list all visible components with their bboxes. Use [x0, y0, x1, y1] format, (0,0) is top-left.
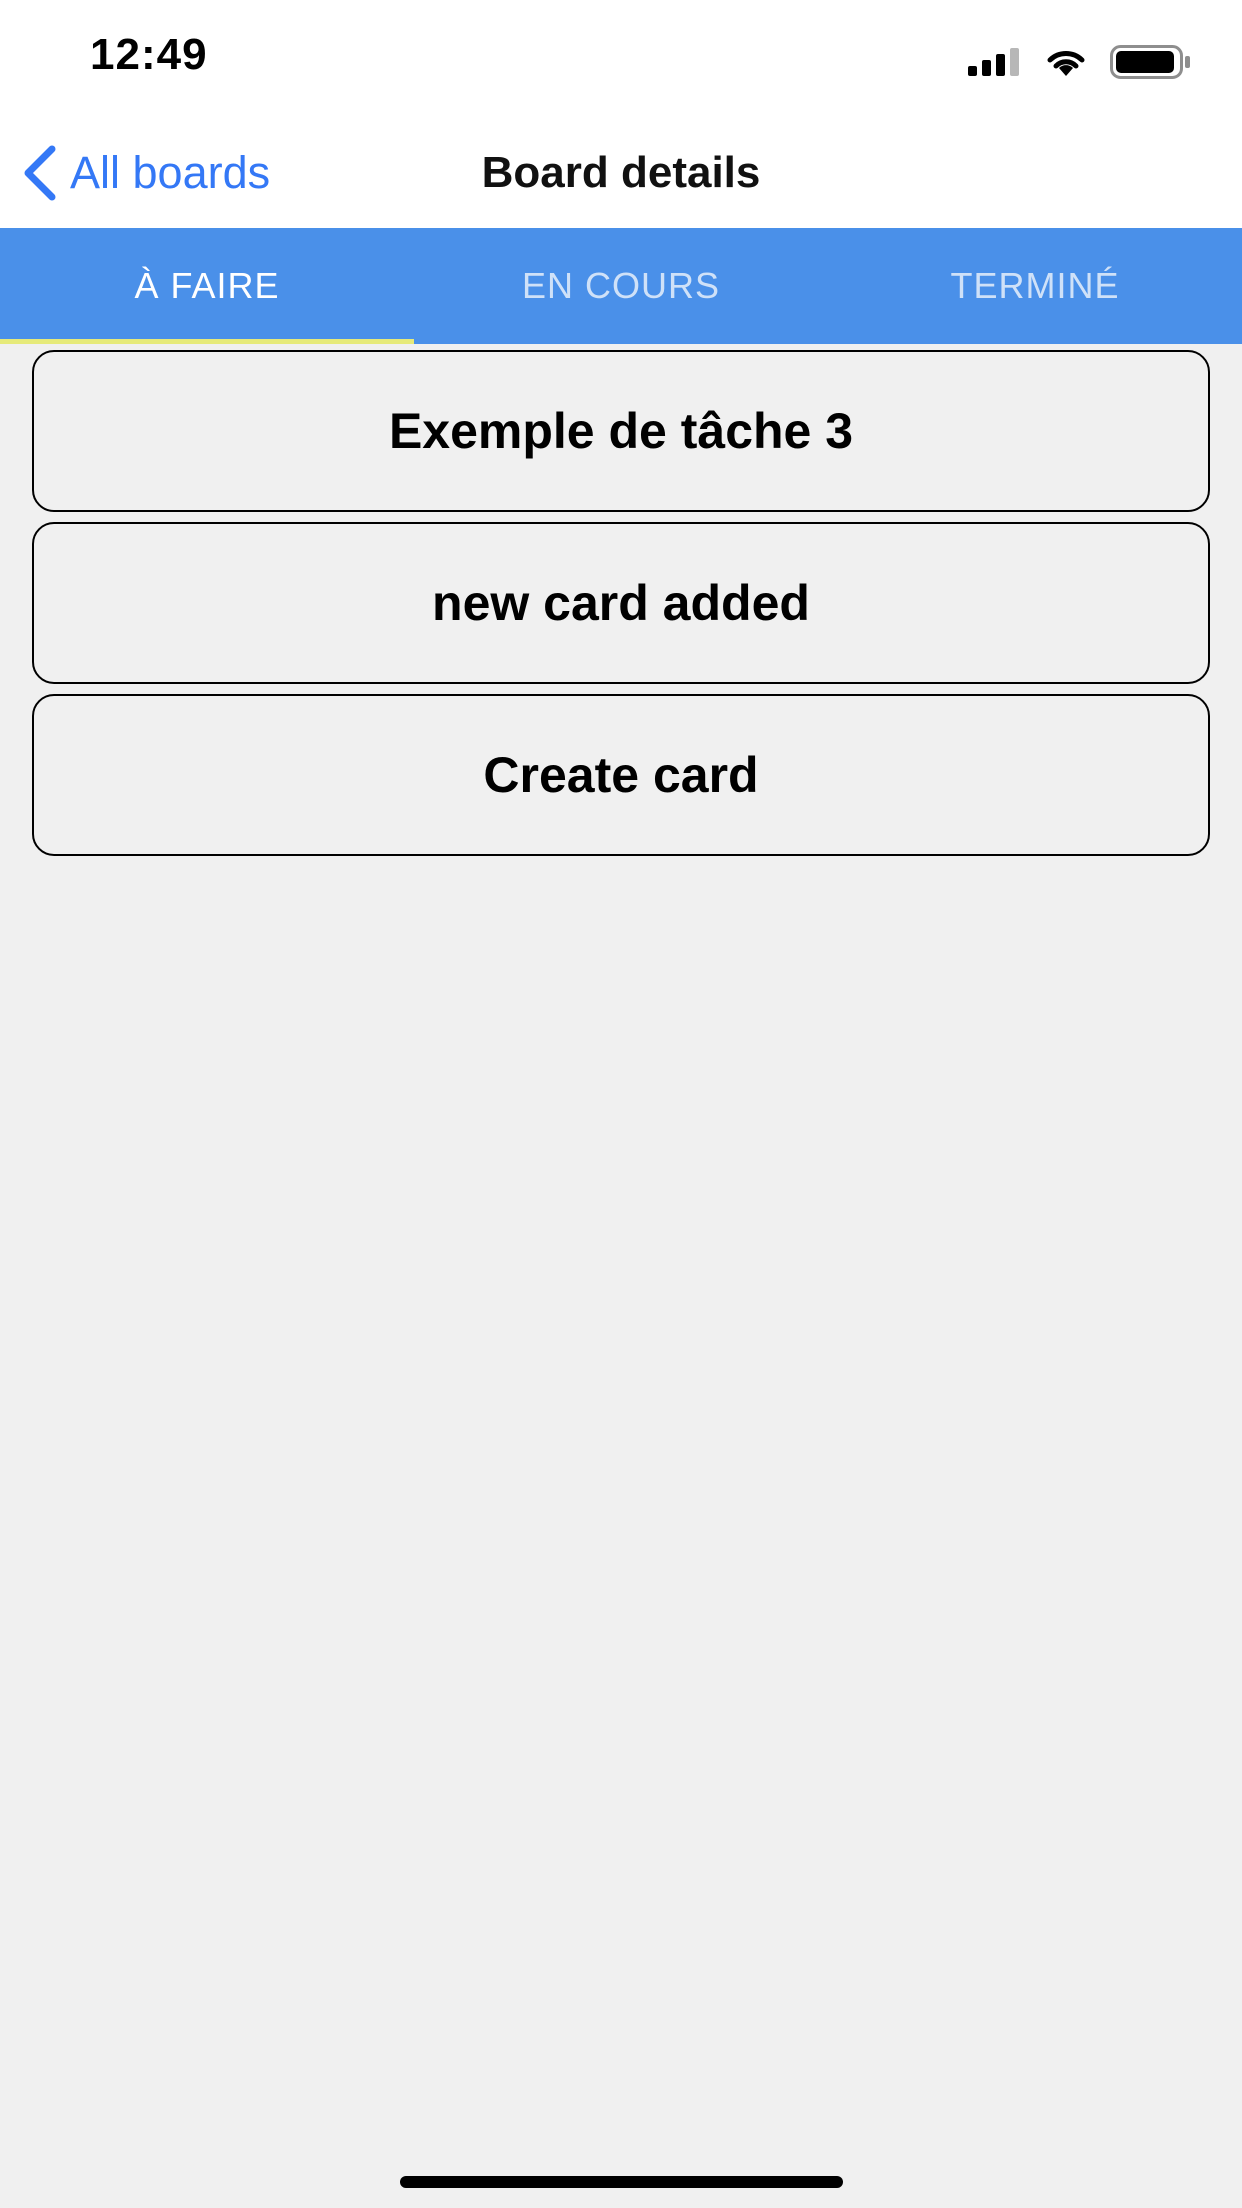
battery-icon: [1110, 45, 1190, 79]
page-title: Board details: [481, 148, 761, 197]
status-bar: 12:49: [0, 0, 1242, 120]
tab-termine[interactable]: TERMINÉ: [828, 228, 1242, 344]
tab-bar: À FAIRE EN COURS TERMINÉ: [0, 228, 1242, 344]
status-time: 12:49: [90, 30, 208, 79]
tab-en-cours[interactable]: EN COURS: [414, 228, 828, 344]
card-item[interactable]: Exemple de tâche 3: [32, 350, 1210, 512]
create-card-button[interactable]: Create card: [32, 694, 1210, 856]
nav-bar: All boards Board details: [0, 120, 1242, 228]
status-icons: [968, 42, 1192, 82]
card-item[interactable]: new card added: [32, 522, 1210, 684]
signal-icon: [968, 48, 1019, 76]
home-indicator[interactable]: [400, 2176, 843, 2188]
tab-a-faire[interactable]: À FAIRE: [0, 228, 414, 344]
card-list: Exemple de tâche 3 new card added Create…: [32, 350, 1210, 866]
wifi-icon: [1047, 51, 1085, 76]
